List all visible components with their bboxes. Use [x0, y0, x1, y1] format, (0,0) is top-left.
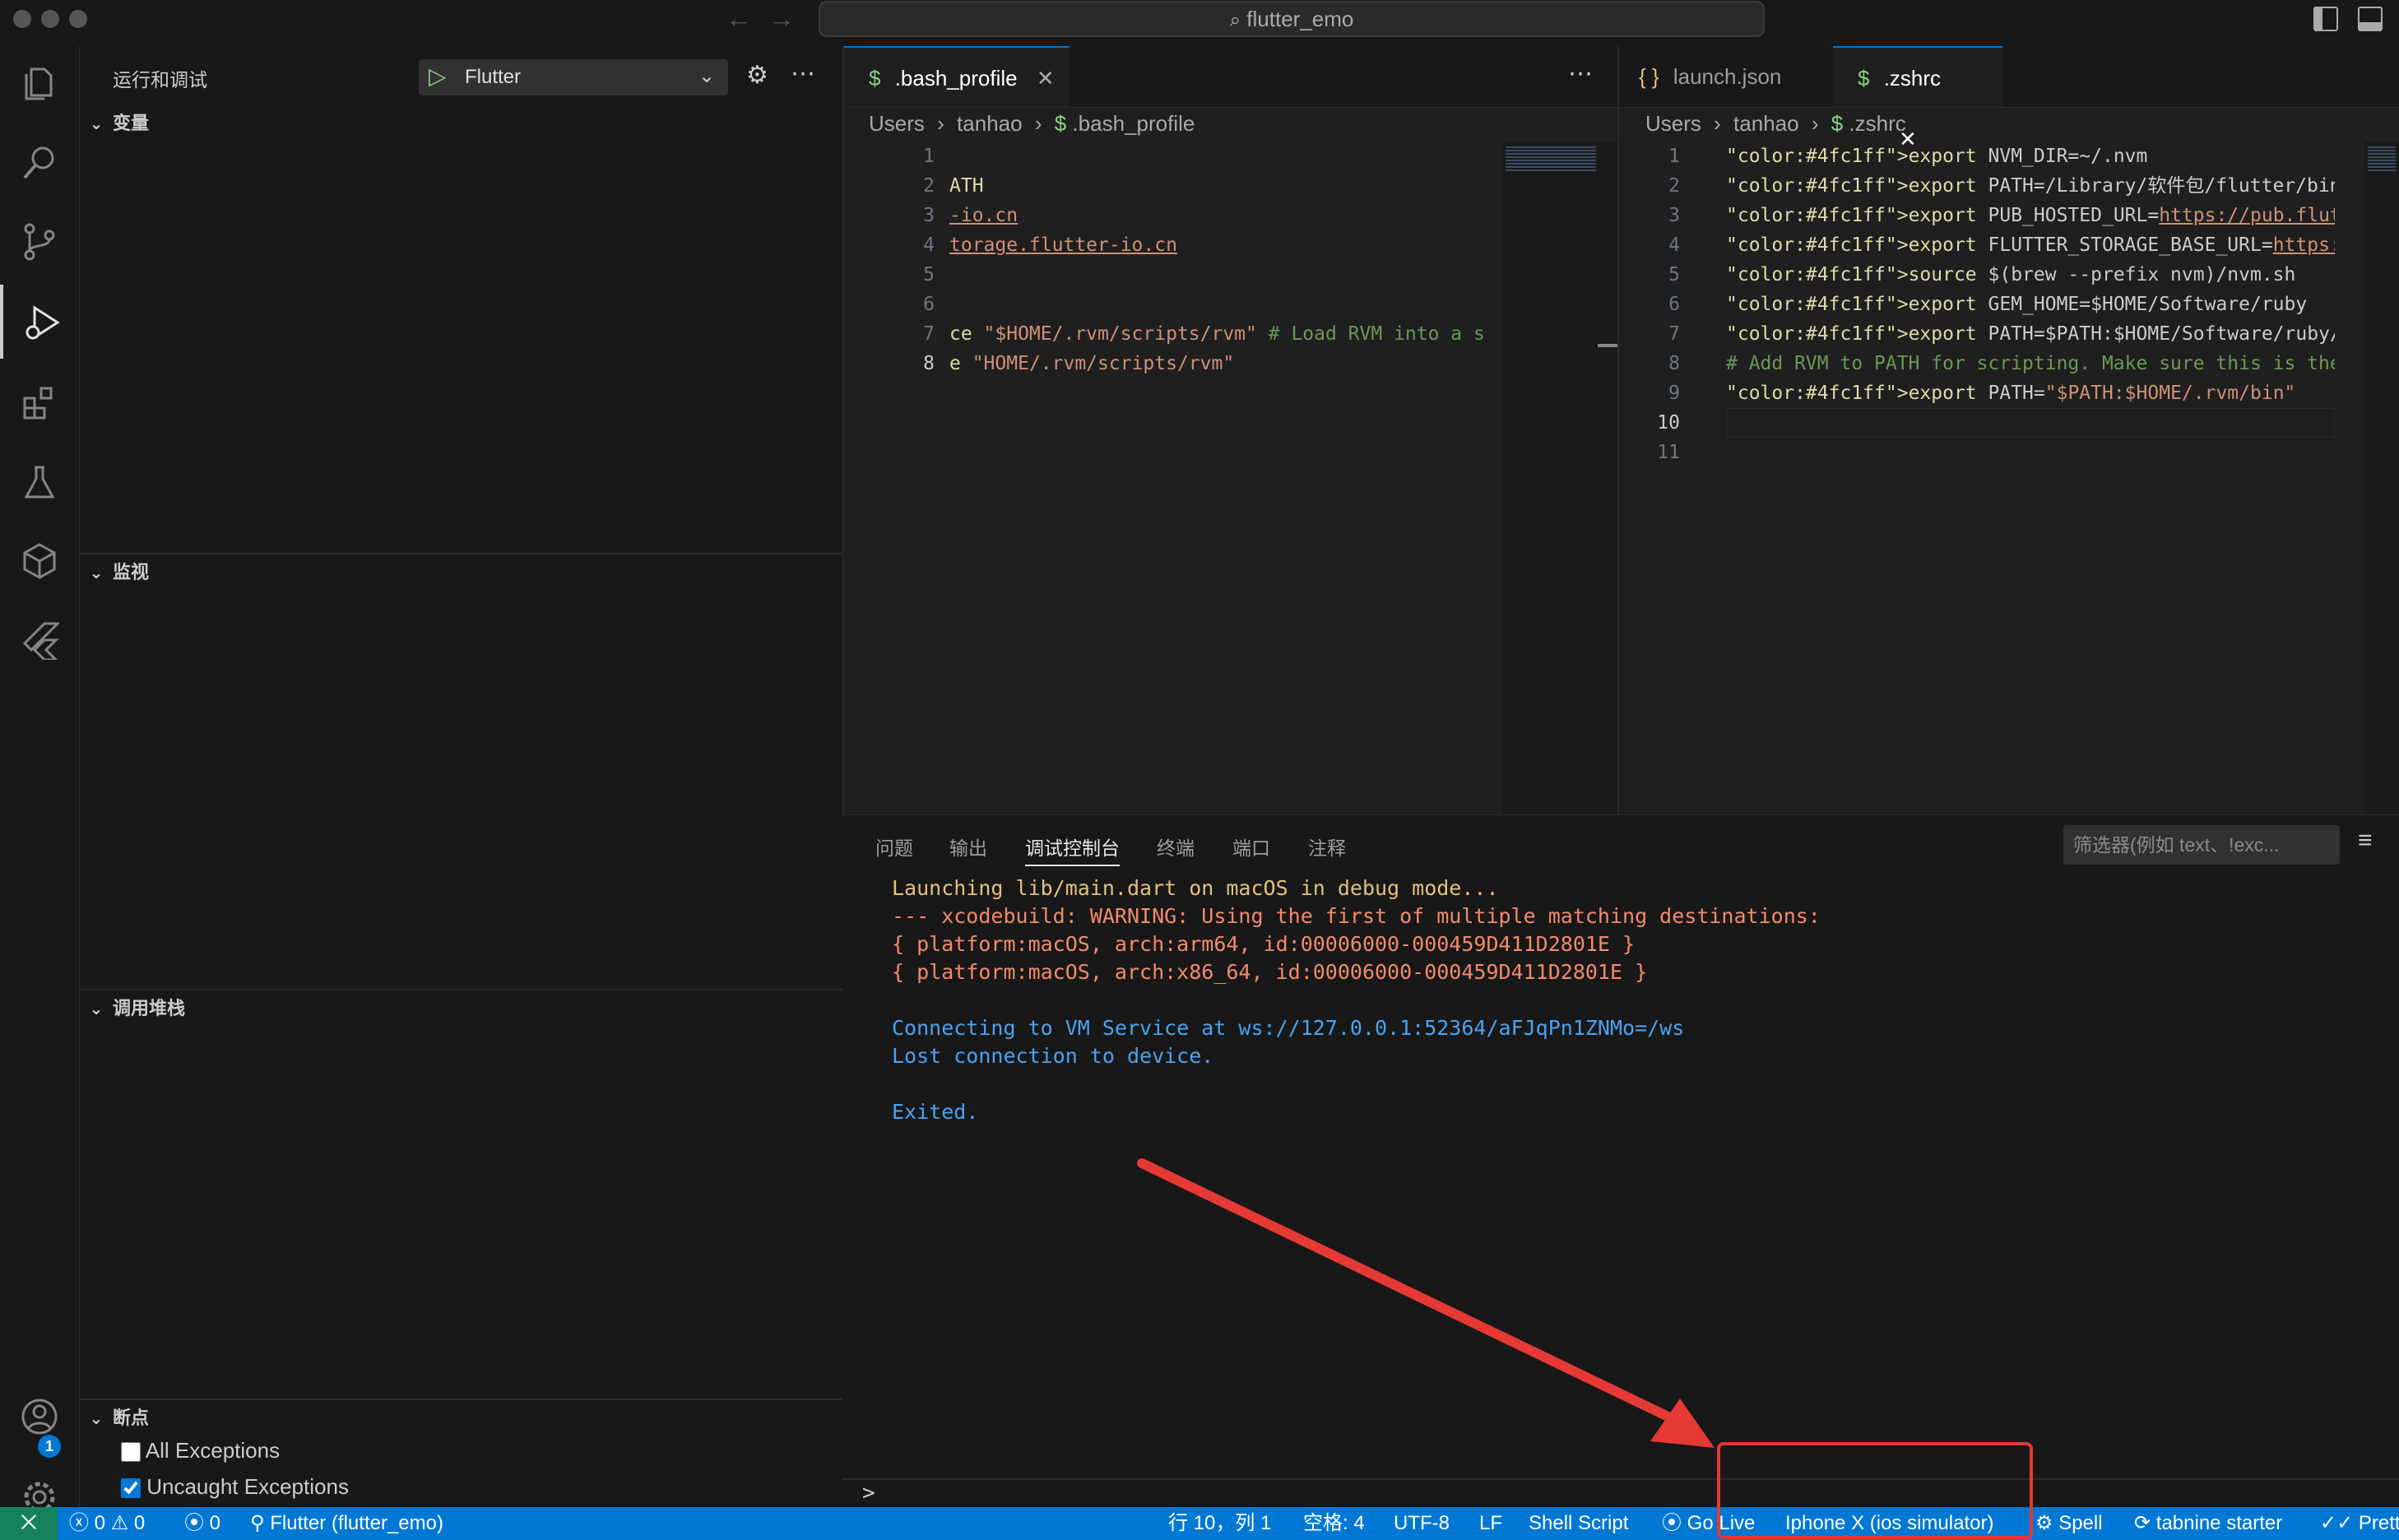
annotation-highlight-box — [1717, 1442, 2033, 1539]
annotation-arrow — [1137, 1158, 1715, 1448]
